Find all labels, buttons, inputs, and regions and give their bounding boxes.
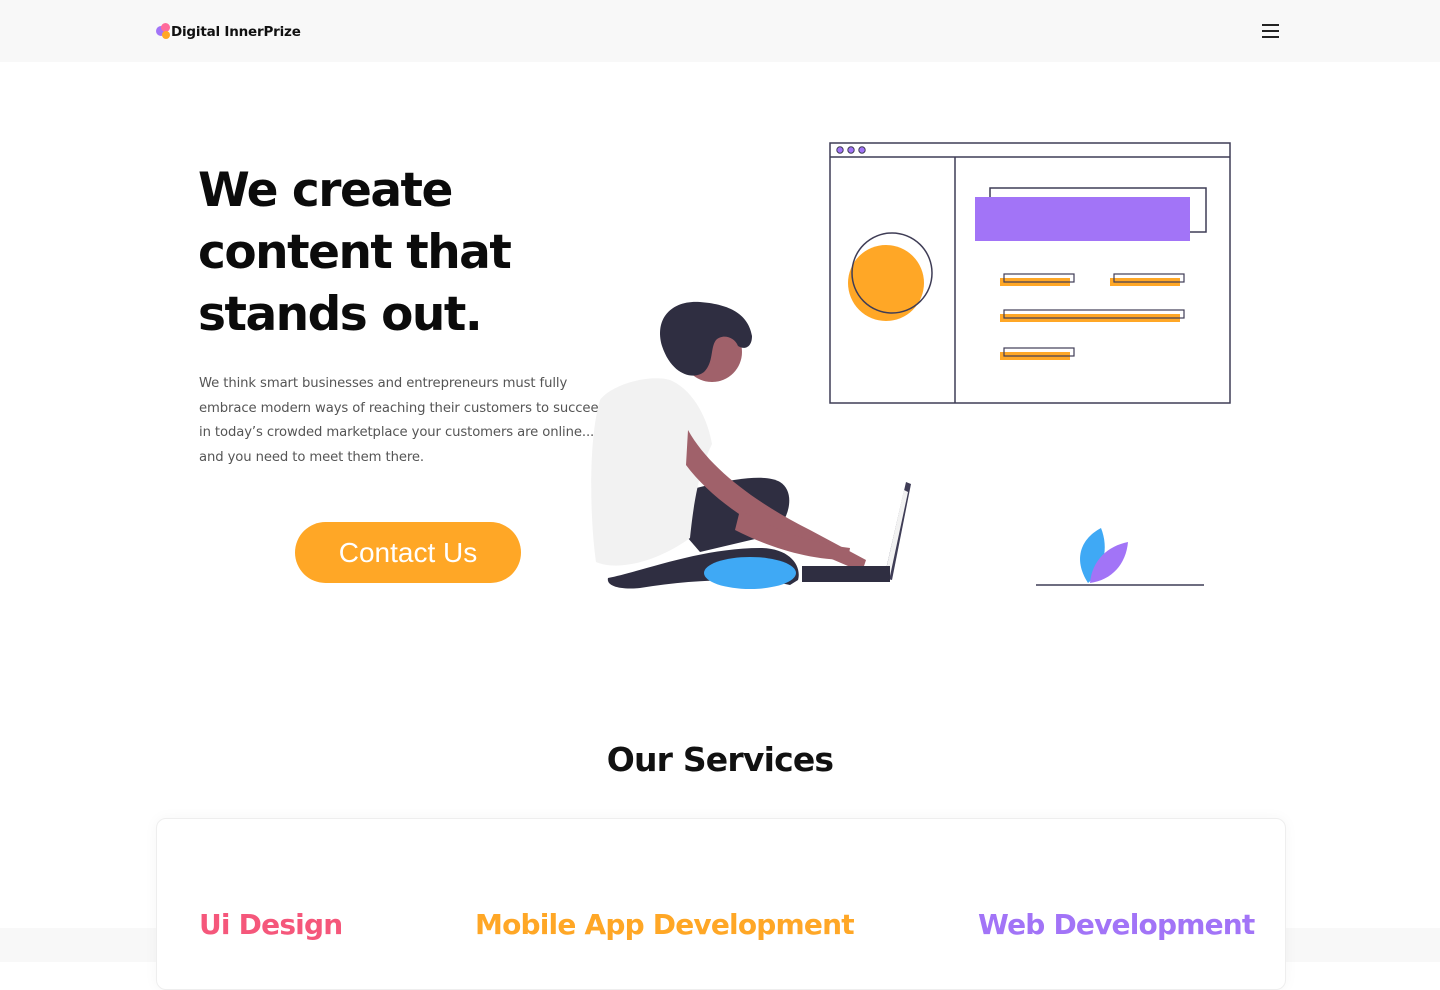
hero-title-line: stands out. <box>198 287 483 342</box>
hero-illustration <box>591 142 1231 589</box>
brand-logo-icon <box>156 23 172 41</box>
laptop-illustration <box>802 482 911 582</box>
brand-name: Digital InnerPrize <box>171 24 301 40</box>
contact-us-button[interactable]: Contact Us <box>295 522 521 583</box>
plant-illustration <box>1036 528 1204 586</box>
service-title-web-development: Web Development <box>978 908 1255 941</box>
hamburger-menu-icon[interactable] <box>1258 20 1284 42</box>
hero-title: We create content that stands out. <box>198 160 618 346</box>
services-heading: Our Services <box>606 740 834 779</box>
hero-title-line: We create <box>198 163 453 218</box>
hero-description: We think smart businesses and entreprene… <box>199 376 607 465</box>
navbar: Digital InnerPrize <box>0 0 1440 62</box>
browser-window-illustration <box>829 142 1231 404</box>
service-title-ui-design: Ui Design <box>199 908 343 941</box>
service-title-mobile-app-development: Mobile App Development <box>475 908 855 941</box>
hero-title-line: content that <box>198 225 512 280</box>
brand-link[interactable]: Digital InnerPrize <box>156 20 301 44</box>
services-card <box>156 818 1286 990</box>
person-illustration <box>591 301 866 589</box>
